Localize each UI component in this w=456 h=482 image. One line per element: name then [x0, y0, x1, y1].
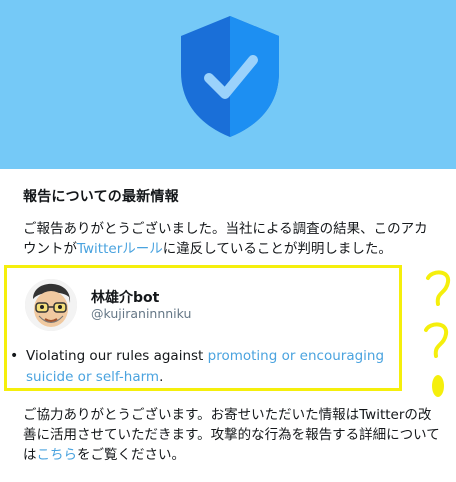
report-outro: ご協力ありがとうございます。お寄せいただいた情報はTwitterの改善に活用させ… — [23, 405, 443, 465]
question-mark-scribble — [424, 270, 451, 397]
twitter-rules-link[interactable]: Twitterルール — [77, 241, 163, 257]
report-intro: ご報告ありがとうございました。当社による調査の結果、このアカウントがTwitte… — [23, 219, 435, 259]
account-name[interactable]: 林雄介bot — [91, 287, 159, 307]
hero-banner — [0, 0, 456, 169]
account-handle: @kujiraninnniku — [91, 306, 192, 321]
avatar-image — [25, 279, 77, 331]
shield-check-icon — [181, 16, 279, 137]
violation-suffix: . — [159, 369, 164, 385]
intro-text-end: に違反していることが判明しました。 — [162, 241, 392, 257]
reported-account-card: 林雄介bot @kujiraninnniku • Violating our r… — [4, 265, 402, 391]
violation-item: • Violating our rules against promoting … — [10, 346, 392, 388]
avatar[interactable] — [25, 279, 77, 331]
violation-prefix: Violating our rules against — [26, 348, 208, 364]
outro-text-end: をご覧ください。 — [77, 447, 185, 463]
learn-more-link[interactable]: こちら — [37, 447, 78, 463]
report-title: 報告についての最新情報 — [23, 189, 179, 205]
bullet-icon: • — [10, 348, 19, 364]
